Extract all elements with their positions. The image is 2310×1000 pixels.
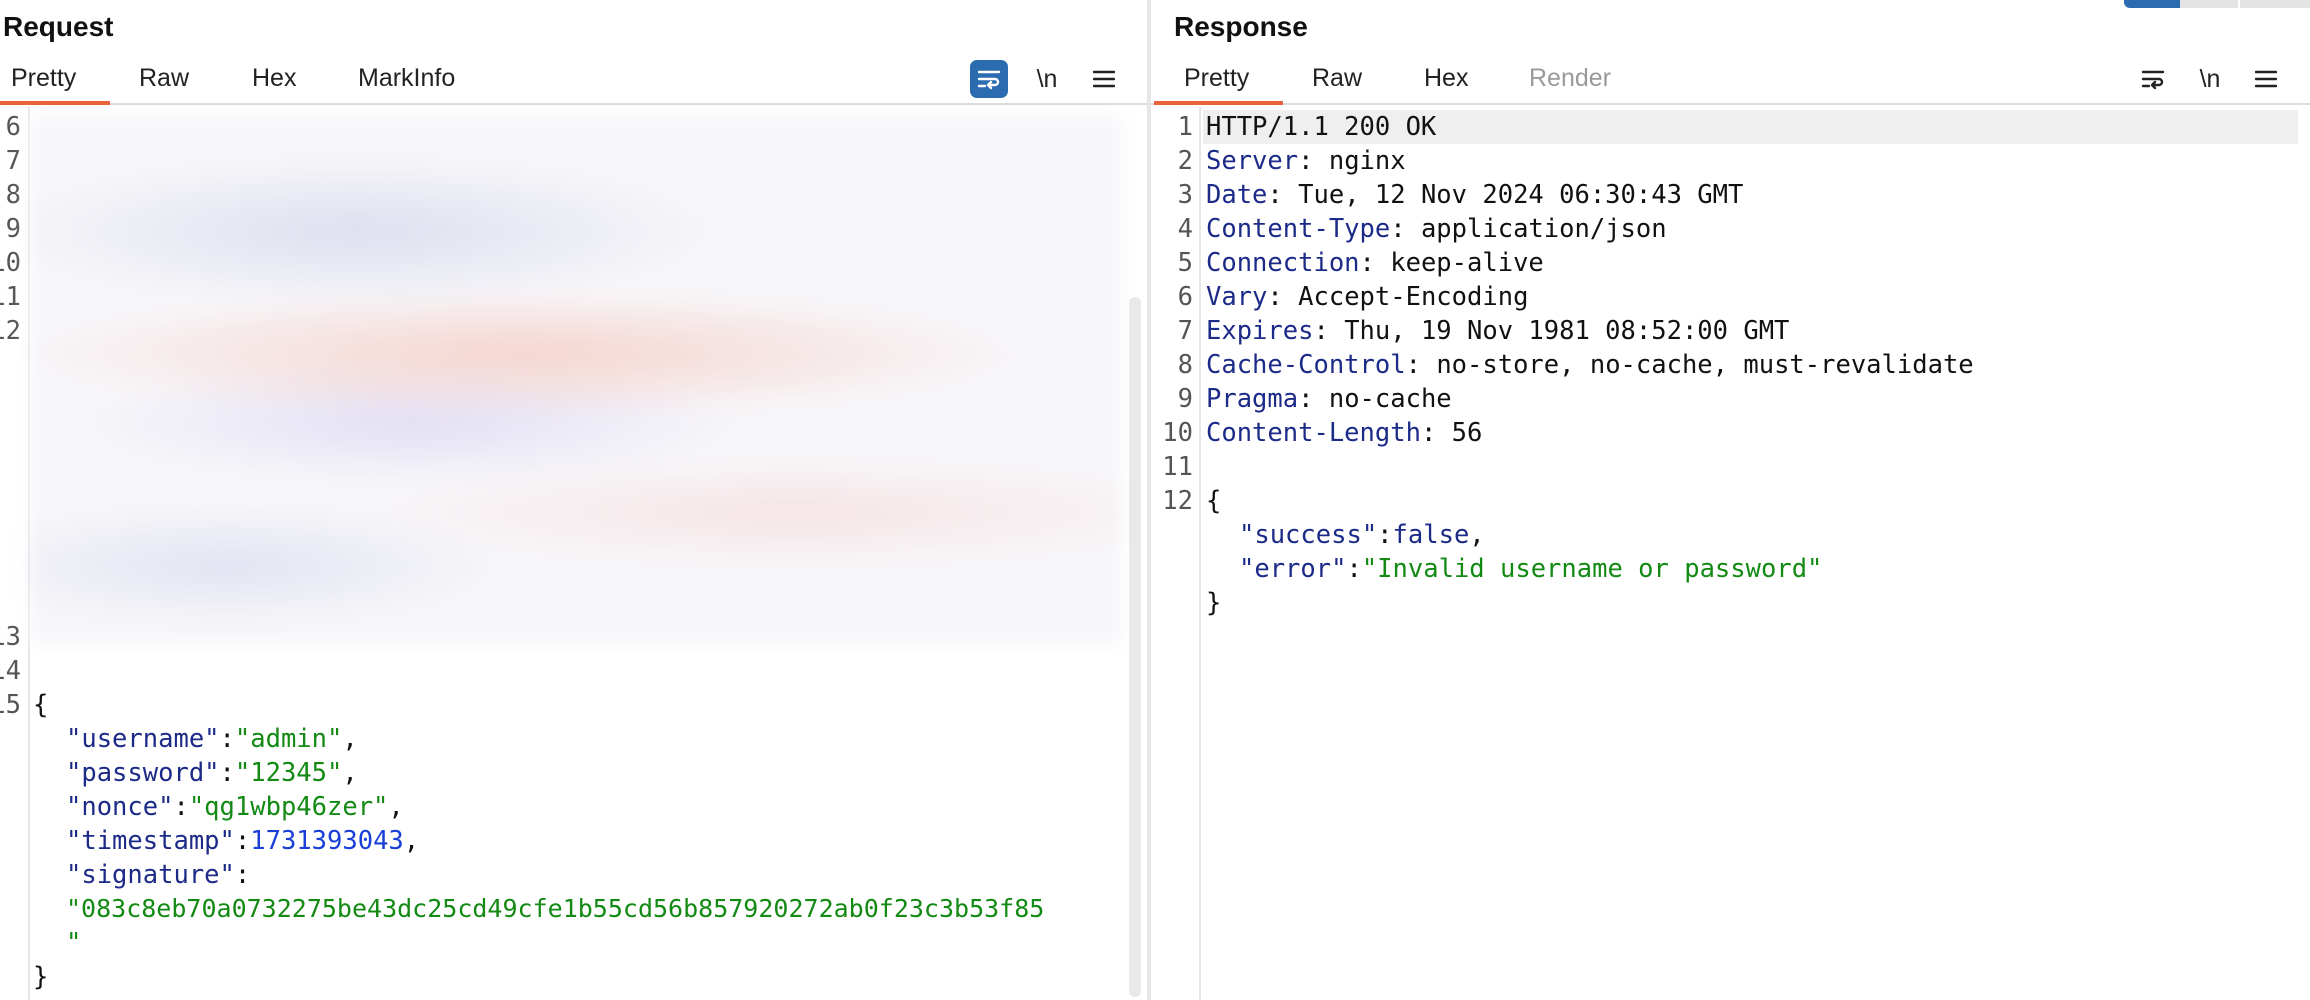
response-wrap-lines-button[interactable] (2134, 60, 2172, 98)
header-vary: Vary: Accept-Encoding (1206, 282, 1529, 312)
json-open-brace: { (33, 690, 49, 720)
response-line-number: 9 (1177, 384, 1193, 414)
hamburger-menu-icon (2255, 70, 2277, 88)
header-content-type: Content-Type: application/json (1206, 214, 1667, 244)
header-connection: Connection: keep-alive (1206, 248, 1544, 278)
response-line-number: 4 (1177, 214, 1193, 244)
response-editor[interactable]: 1 2 3 4 5 6 7 8 9 10 11 12 HTTP/1.1 200 … (1151, 107, 2310, 1000)
request-tab-hex[interactable]: Hex (252, 64, 296, 93)
json-close-brace: } (33, 962, 49, 992)
newline-icon: \n (2199, 64, 2221, 93)
response-tab-pretty[interactable]: Pretty (1184, 64, 1249, 93)
request-panel: Request Pretty Raw Hex MarkInfo \n 6 7 8… (0, 0, 1147, 1000)
request-editor[interactable]: 6 7 8 9 10 11 12 13 14 15 { "username":"… (0, 107, 1147, 1000)
response-line-number: 11 (1162, 452, 1193, 482)
http-message-viewer: Request Pretty Raw Hex MarkInfo \n 6 7 8… (0, 0, 2310, 1000)
request-line-number: 15 (0, 690, 21, 720)
response-line-number: 12 (1162, 486, 1193, 516)
json-field-success: "success":false, (1239, 520, 1485, 550)
request-tab-markinfo[interactable]: MarkInfo (358, 64, 455, 93)
header-date: Date: Tue, 12 Nov 2024 06:30:43 GMT (1206, 180, 1744, 210)
request-line-number: 10 (0, 248, 21, 278)
request-show-newlines-button[interactable]: \n (1028, 60, 1066, 98)
request-menu-button[interactable] (1085, 60, 1123, 98)
response-tab-render[interactable]: Render (1529, 64, 1611, 93)
response-line-number: 6 (1177, 282, 1193, 312)
response-line-number: 1 (1177, 112, 1193, 142)
response-panel: Response Pretty Raw Hex Render \n 1 2 3 … (1151, 0, 2310, 1000)
json-field-signature-value-end: " (66, 928, 82, 958)
request-line-number: 12 (0, 316, 21, 346)
layout-toggle-tabs[interactable] (2240, 0, 2310, 8)
request-active-tab-indicator (0, 101, 110, 105)
redacted-headers (30, 115, 1122, 645)
request-tab-raw[interactable]: Raw (139, 64, 189, 93)
request-title: Request (3, 11, 114, 42)
request-line-number: 11 (0, 282, 21, 312)
request-line-number: 14 (0, 656, 21, 686)
request-tabs: Pretty Raw Hex MarkInfo \n (0, 56, 1147, 105)
response-line-number: 3 (1177, 180, 1193, 210)
json-field-signature-key: "signature": (66, 860, 251, 890)
response-line-number: 8 (1177, 350, 1193, 380)
header-content-length: Content-Length: 56 (1206, 418, 1483, 448)
request-line-number: 7 (5, 146, 21, 176)
header-pragma: Pragma: no-cache (1206, 384, 1452, 414)
header-cache-control: Cache-Control: no-store, no-cache, must-… (1206, 350, 1974, 380)
json-open-brace: { (1206, 486, 1222, 516)
wrap-lines-icon (977, 70, 1001, 90)
request-line-number: 6 (5, 112, 21, 142)
response-tabs: Pretty Raw Hex Render \n (1151, 56, 2310, 105)
response-show-newlines-button[interactable]: \n (2191, 60, 2229, 98)
header-expires: Expires: Thu, 19 Nov 1981 08:52:00 GMT (1206, 316, 1790, 346)
request-line-number: 8 (5, 180, 21, 210)
json-field-password: "password":"12345", (66, 758, 358, 788)
response-tab-raw[interactable]: Raw (1312, 64, 1362, 93)
status-line: HTTP/1.1 200 OK (1206, 112, 1437, 142)
json-field-nonce: "nonce":"qg1wbp46zer", (66, 792, 404, 822)
json-field-signature-value: "083c8eb70a0732275be43dc25cd49cfe1b55cd5… (66, 894, 1045, 923)
response-line-number: 5 (1177, 248, 1193, 278)
hamburger-menu-icon (1093, 70, 1115, 88)
json-field-error: "error":"Invalid username or password" (1239, 554, 1823, 584)
response-active-tab-indicator (1154, 101, 1283, 105)
newline-icon: \n (1036, 64, 1058, 93)
request-wrap-lines-button[interactable] (970, 60, 1008, 98)
request-line-number: 9 (5, 214, 21, 244)
layout-toggle-vertical[interactable] (2180, 0, 2238, 8)
wrap-lines-icon (2141, 70, 2165, 90)
json-field-timestamp: "timestamp":1731393043, (66, 826, 420, 856)
request-scrollbar[interactable] (1129, 297, 1141, 997)
request-tab-pretty[interactable]: Pretty (11, 64, 76, 93)
response-line-number: 7 (1177, 316, 1193, 346)
response-line-number: 10 (1162, 418, 1193, 448)
json-close-brace: } (1206, 588, 1222, 618)
request-line-number: 13 (0, 622, 21, 652)
header-server: Server: nginx (1206, 146, 1406, 176)
layout-toggle-horizontal[interactable] (2124, 0, 2180, 8)
response-menu-button[interactable] (2247, 60, 2285, 98)
response-tab-hex[interactable]: Hex (1424, 64, 1468, 93)
response-title: Response (1174, 11, 1308, 42)
json-field-username: "username":"admin", (66, 724, 358, 754)
response-line-number: 2 (1177, 146, 1193, 176)
